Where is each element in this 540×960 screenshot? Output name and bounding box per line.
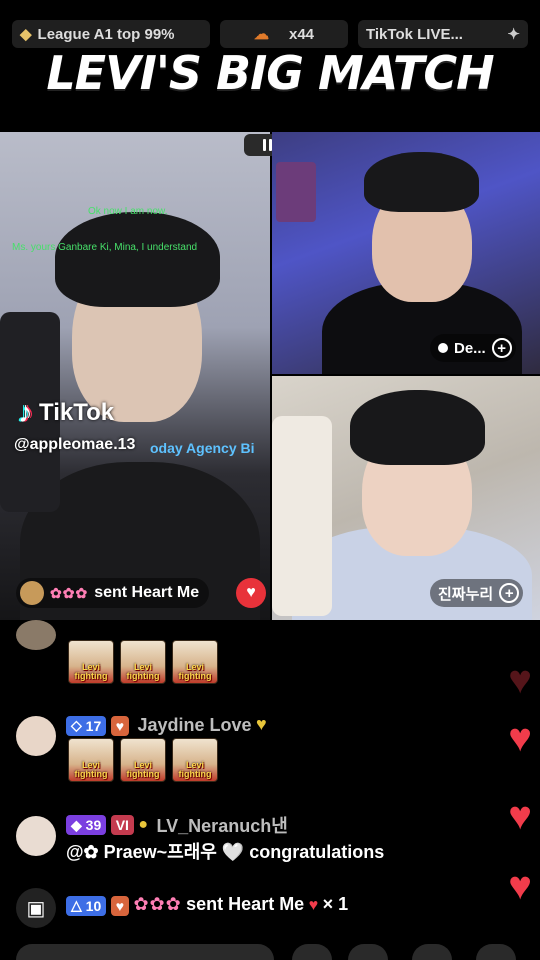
floating-heart-icon: ♥ bbox=[508, 794, 532, 838]
tiktok-watermark: ♪ TikTok bbox=[18, 396, 114, 430]
tiktok-logo-text: TikTok bbox=[39, 399, 115, 426]
gift-message: ▣ △ 10 ♥ ✿✿✿ sent Heart Me ♥ × 1 bbox=[0, 888, 540, 928]
league-label: League A1 top 99% bbox=[37, 25, 175, 43]
chair-back bbox=[272, 416, 332, 616]
floating-heart-icon: ♥ bbox=[508, 864, 532, 908]
level-badge: ◆ 39 bbox=[66, 815, 107, 835]
guest-top-hair bbox=[364, 152, 479, 212]
tiktok-handle: @appleomae.13 bbox=[14, 436, 136, 453]
gift-count-pill[interactable]: ☁ x44 bbox=[220, 20, 348, 48]
levi-fighting-sticker: Levi fighting bbox=[68, 738, 114, 782]
tiktok-live-pill[interactable]: TikTok LIVE... ✦ bbox=[358, 20, 528, 48]
rose-button[interactable] bbox=[348, 944, 388, 960]
level-badge: ◇ 17 bbox=[66, 715, 107, 736]
levi-fighting-sticker: Levi fighting bbox=[120, 738, 166, 782]
top-info-row: ◆ League A1 top 99% ☁ x44 TikTok LIVE...… bbox=[12, 20, 528, 48]
guest-top-name-chip[interactable]: De... + bbox=[430, 334, 516, 362]
user-avatar[interactable] bbox=[16, 816, 56, 856]
overlay-title: LEVI'S BIG MATCH bbox=[46, 46, 494, 100]
chat-text: @✿ Praew~프래우 🤍 congratulations bbox=[66, 842, 385, 862]
gifter-avatar bbox=[20, 581, 44, 605]
shelf-decor bbox=[276, 162, 316, 222]
fan-badge: ♥ bbox=[110, 895, 129, 916]
tiktok-note-icon: ♪ bbox=[18, 396, 33, 429]
gift-box-icon[interactable]: ▣ bbox=[16, 888, 56, 928]
gift-text: sent Heart Me bbox=[186, 894, 305, 914]
diamond-icon: ◆ bbox=[20, 26, 32, 43]
gift-multiplier: x44 bbox=[288, 25, 315, 43]
lightbulb-icon: ● bbox=[138, 816, 149, 834]
fan-badge: ♥ bbox=[110, 715, 129, 736]
gift-sent-text: sent Heart Me bbox=[94, 584, 200, 601]
user-avatar[interactable] bbox=[16, 620, 56, 650]
comment-input[interactable] bbox=[16, 944, 274, 960]
gift-count: × 1 bbox=[322, 894, 349, 914]
bottom-toolbar bbox=[0, 944, 540, 960]
levi-fighting-sticker: Levi fighting bbox=[172, 640, 218, 684]
sticker-row: Levi fighting Levi fighting Levi fightin… bbox=[68, 640, 218, 684]
fan-badge: VI bbox=[110, 815, 134, 835]
chat-message: ◇ 17 ♥ Jaydine Love ♥ Levi fighting Levi… bbox=[0, 712, 540, 792]
chat-username[interactable]: LV_Neranuch낸 bbox=[157, 816, 288, 836]
like-button[interactable] bbox=[412, 944, 452, 960]
sparkle-icon: ✦ bbox=[507, 26, 520, 43]
caption-line-2: Ms. yours Ganbare Ki, Mina, I understand bbox=[12, 242, 198, 253]
heart-gift-icon: ♥ bbox=[308, 897, 319, 914]
live-dot-icon bbox=[438, 343, 448, 353]
share-button[interactable] bbox=[476, 944, 516, 960]
league-pill[interactable]: ◆ League A1 top 99% bbox=[12, 20, 210, 48]
gift-button[interactable] bbox=[292, 944, 332, 960]
level-badge: △ 10 bbox=[66, 895, 107, 916]
agency-banner: oday Agency Bi bbox=[150, 440, 255, 456]
heart-gift-icon: ♥ bbox=[236, 578, 266, 608]
yellow-heart-icon: ♥ bbox=[255, 714, 267, 734]
user-avatar[interactable] bbox=[16, 716, 56, 756]
guest-bottom-name: 진짜누리 bbox=[438, 585, 494, 603]
levi-fighting-sticker: Levi fighting bbox=[120, 640, 166, 684]
flower-icons: ✿✿✿ bbox=[133, 894, 182, 914]
guest-bottom-hair bbox=[350, 390, 485, 465]
sticker-row: Levi fighting Levi fighting Levi fightin… bbox=[68, 738, 218, 782]
host-hair bbox=[55, 212, 220, 307]
chat-message: ◆ 39 VI ● LV_Neranuch낸 @✿ Praew~프래우 🤍 co… bbox=[0, 812, 540, 872]
tiktok-live-label: TikTok LIVE... bbox=[366, 25, 463, 43]
cloud-gift-icon: ☁ bbox=[253, 26, 269, 43]
floating-heart-icon: ♥ bbox=[508, 716, 532, 760]
levi-fighting-sticker: Levi fighting bbox=[68, 640, 114, 684]
follow-plus-icon[interactable]: + bbox=[499, 583, 520, 603]
guest-bottom-name-chip[interactable]: 진짜누리 + bbox=[430, 579, 524, 607]
flower-icons: ✿✿✿ bbox=[50, 584, 89, 601]
floating-heart-icon: ♥ bbox=[508, 658, 532, 702]
guest-top-name: De... bbox=[454, 339, 486, 357]
gift-sent-notice: ✿✿✿ sent Heart Me bbox=[16, 578, 210, 608]
levi-fighting-sticker: Levi fighting bbox=[172, 738, 218, 782]
chat-message-partial: Levi fighting Levi fighting Levi fightin… bbox=[0, 620, 540, 690]
caption-line-1: Ok now I am now. bbox=[88, 206, 168, 217]
follow-plus-icon[interactable]: + bbox=[491, 338, 512, 358]
chat-username[interactable]: Jaydine Love bbox=[137, 715, 251, 735]
